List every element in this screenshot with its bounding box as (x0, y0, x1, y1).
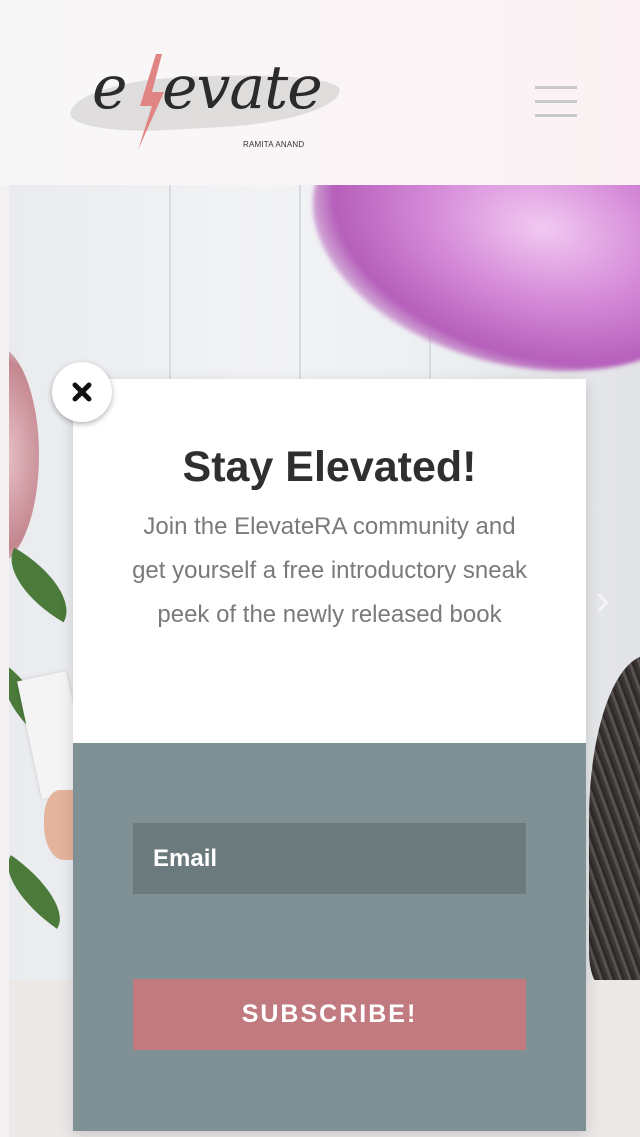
popup-header: Stay Elevated! Join the ElevateRA commun… (73, 379, 586, 743)
hamburger-line (535, 114, 577, 117)
logo-text: evate (162, 53, 323, 123)
popup-title: Stay Elevated! (182, 443, 477, 491)
pink-balloon (283, 185, 640, 412)
person-hair (589, 655, 640, 980)
site-logo[interactable]: e evate RAMITA ANAND (62, 52, 347, 154)
subscribe-form: SUBSCRIBE! (73, 743, 586, 1131)
email-input[interactable] (133, 823, 526, 894)
close-popup-button[interactable] (52, 362, 112, 422)
pink-balloon-left (9, 345, 39, 565)
plant-leaf (9, 855, 77, 929)
site-header: e evate RAMITA ANAND (0, 0, 640, 185)
hamburger-icon[interactable] (535, 86, 577, 118)
close-icon (72, 382, 92, 402)
logo-text-initial: e (92, 53, 128, 123)
popup-description: Join the ElevateRA community and get you… (132, 513, 527, 628)
subscribe-popup: Stay Elevated! Join the ElevateRA commun… (73, 379, 586, 1131)
hamburger-line (535, 100, 577, 103)
page: e evate RAMITA ANAND › Stay Elevated! Jo… (0, 0, 640, 1137)
logo-subtitle: RAMITA ANAND (243, 140, 305, 149)
chevron-right-icon[interactable]: › (595, 575, 610, 625)
subscribe-button[interactable]: SUBSCRIBE! (133, 979, 526, 1050)
hamburger-line (535, 86, 577, 89)
